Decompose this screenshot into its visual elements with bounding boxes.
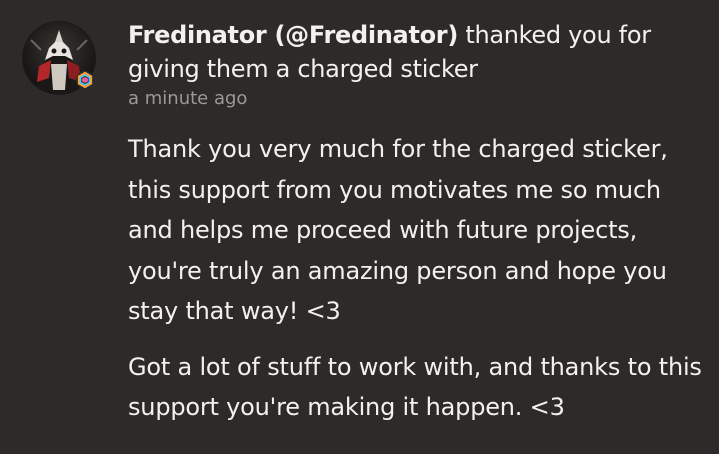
message-paragraph-2: Got a lot of stuff to work with, and tha… — [128, 352, 702, 422]
timestamp: a minute ago — [128, 88, 248, 109]
notification-header: Fredinator (@Fredinator) thanked you for… — [128, 18, 708, 86]
user-avatar[interactable] — [21, 20, 97, 96]
message-paragraph-1: Thank you very much for the charged stic… — [128, 135, 668, 325]
username-link[interactable]: Fredinator (@Fredinator) — [128, 21, 458, 49]
notification-content: Fredinator (@Fredinator) thanked you for… — [128, 18, 708, 428]
badge-icon — [76, 71, 94, 89]
avatar-icon — [22, 21, 96, 95]
notification-item[interactable]: Fredinator (@Fredinator) thanked you for… — [0, 0, 719, 454]
